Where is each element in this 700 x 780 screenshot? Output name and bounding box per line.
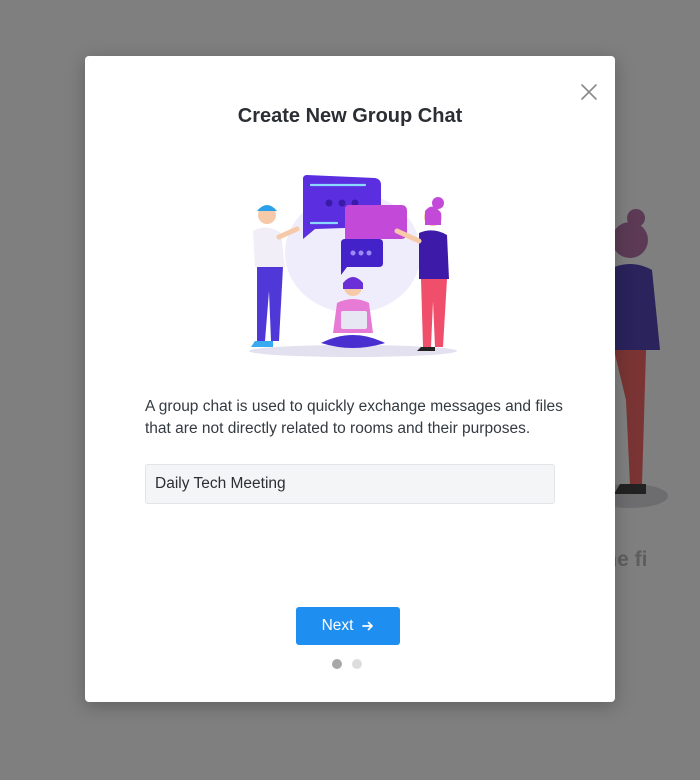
next-button-label: Next <box>321 617 354 634</box>
close-icon <box>581 84 597 100</box>
pagination-dots <box>332 659 362 669</box>
dialog-description: A group chat is used to quickly exchange… <box>145 398 563 437</box>
group-chat-name-input[interactable] <box>145 464 555 504</box>
pagination-dot-2[interactable] <box>352 659 362 669</box>
dialog-title: Create New Group Chat <box>237 105 463 127</box>
arrow-right-icon <box>362 621 374 631</box>
next-button[interactable]: Next <box>296 607 400 645</box>
create-group-chat-dialog: Create New Group Chat A group chat is us… <box>85 56 615 702</box>
close-button[interactable] <box>577 80 601 104</box>
group-chat-illustration <box>249 175 457 357</box>
pagination-dot-1[interactable] <box>332 659 342 669</box>
